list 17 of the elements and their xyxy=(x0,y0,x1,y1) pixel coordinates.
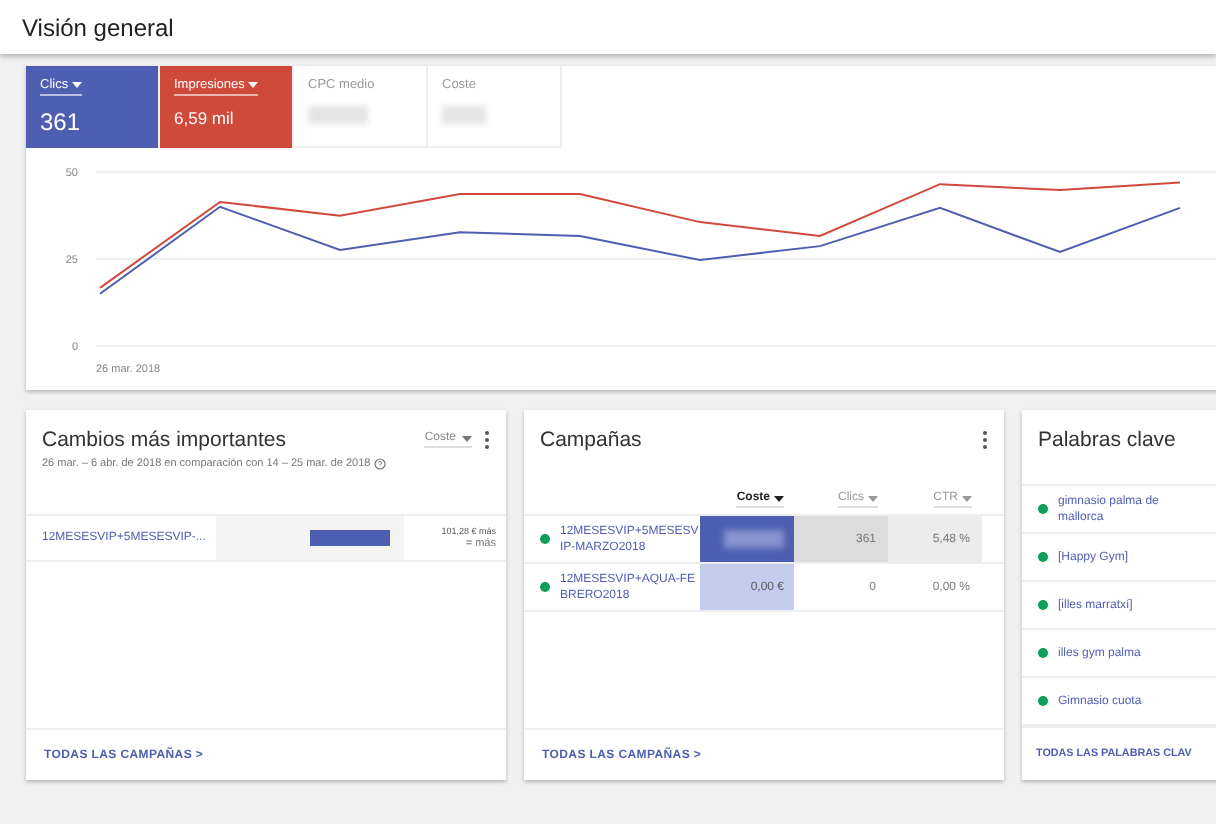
metric-value: 6,59 mil xyxy=(174,108,236,128)
blurred-value xyxy=(442,106,486,124)
caret-icon xyxy=(962,495,972,501)
card-title: Palabras clave xyxy=(1038,428,1178,452)
caret-icon xyxy=(248,82,259,88)
metric-value: 361 xyxy=(40,108,83,136)
card-title: Campañas xyxy=(540,428,644,452)
card-title: Cambios más importantes xyxy=(42,428,288,452)
caret-icon xyxy=(774,495,784,501)
more-icon[interactable] xyxy=(484,430,490,450)
page-title: Visión general xyxy=(22,13,174,41)
caret-icon xyxy=(462,435,472,441)
caret-icon xyxy=(72,82,83,88)
caret-icon xyxy=(868,495,878,501)
blurred-value xyxy=(308,106,368,124)
help-icon[interactable] xyxy=(374,458,387,470)
more-icon[interactable] xyxy=(982,430,988,450)
